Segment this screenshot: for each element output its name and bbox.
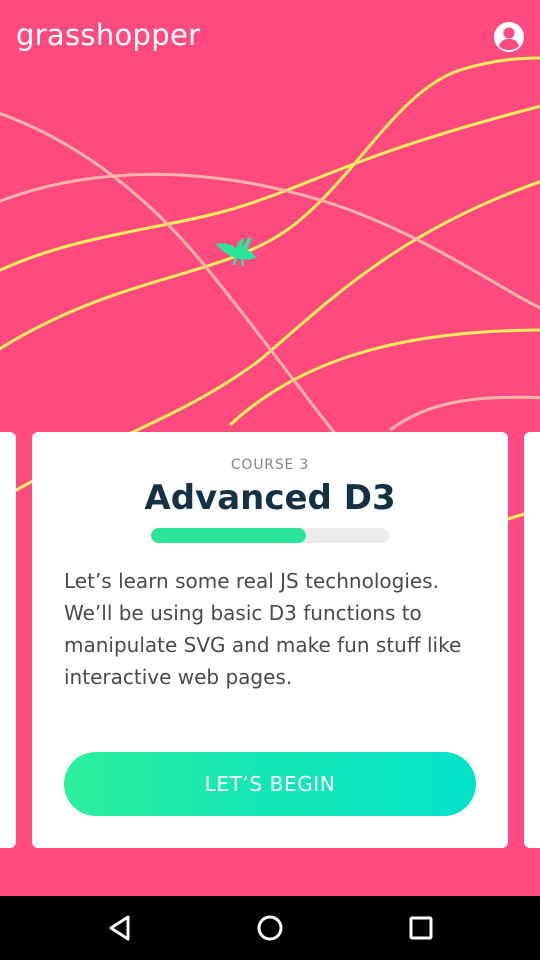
- course-progress-fill: [151, 528, 306, 543]
- previous-course-card[interactable]: [0, 432, 16, 848]
- top-bar: grasshopper: [0, 0, 540, 74]
- peach-curve-1: [0, 111, 342, 441]
- account-circle-icon: [494, 22, 524, 52]
- home-circle-icon: [257, 915, 283, 941]
- peach-curve-3: [389, 395, 540, 432]
- course-screen: grasshopper COURSE 3 Advanced D3 Let’s l…: [0, 0, 540, 896]
- course-progress-bar: [151, 528, 389, 543]
- account-button[interactable]: [492, 20, 526, 54]
- home-button[interactable]: [252, 910, 288, 946]
- grasshopper-mascot-icon: [216, 237, 256, 266]
- back-button[interactable]: [102, 910, 138, 946]
- android-nav-bar: [0, 896, 540, 960]
- recents-square-icon: [409, 916, 433, 940]
- yellow-curve-1: [0, 56, 540, 351]
- yellow-curve-3: [0, 104, 540, 272]
- course-number: COURSE 3: [230, 457, 310, 473]
- course-card: COURSE 3 Advanced D3 Let’s learn some re…: [32, 432, 508, 848]
- lets-begin-button[interactable]: LET’S BEGIN: [64, 752, 476, 816]
- course-description: Let’s learn some real JS technologies. W…: [64, 569, 462, 689]
- grasshopper-logo: grasshopper: [16, 18, 201, 52]
- back-triangle-icon: [109, 915, 130, 941]
- next-course-card[interactable]: [524, 432, 540, 848]
- course-title: Advanced D3: [144, 478, 396, 518]
- recents-button[interactable]: [403, 910, 439, 946]
